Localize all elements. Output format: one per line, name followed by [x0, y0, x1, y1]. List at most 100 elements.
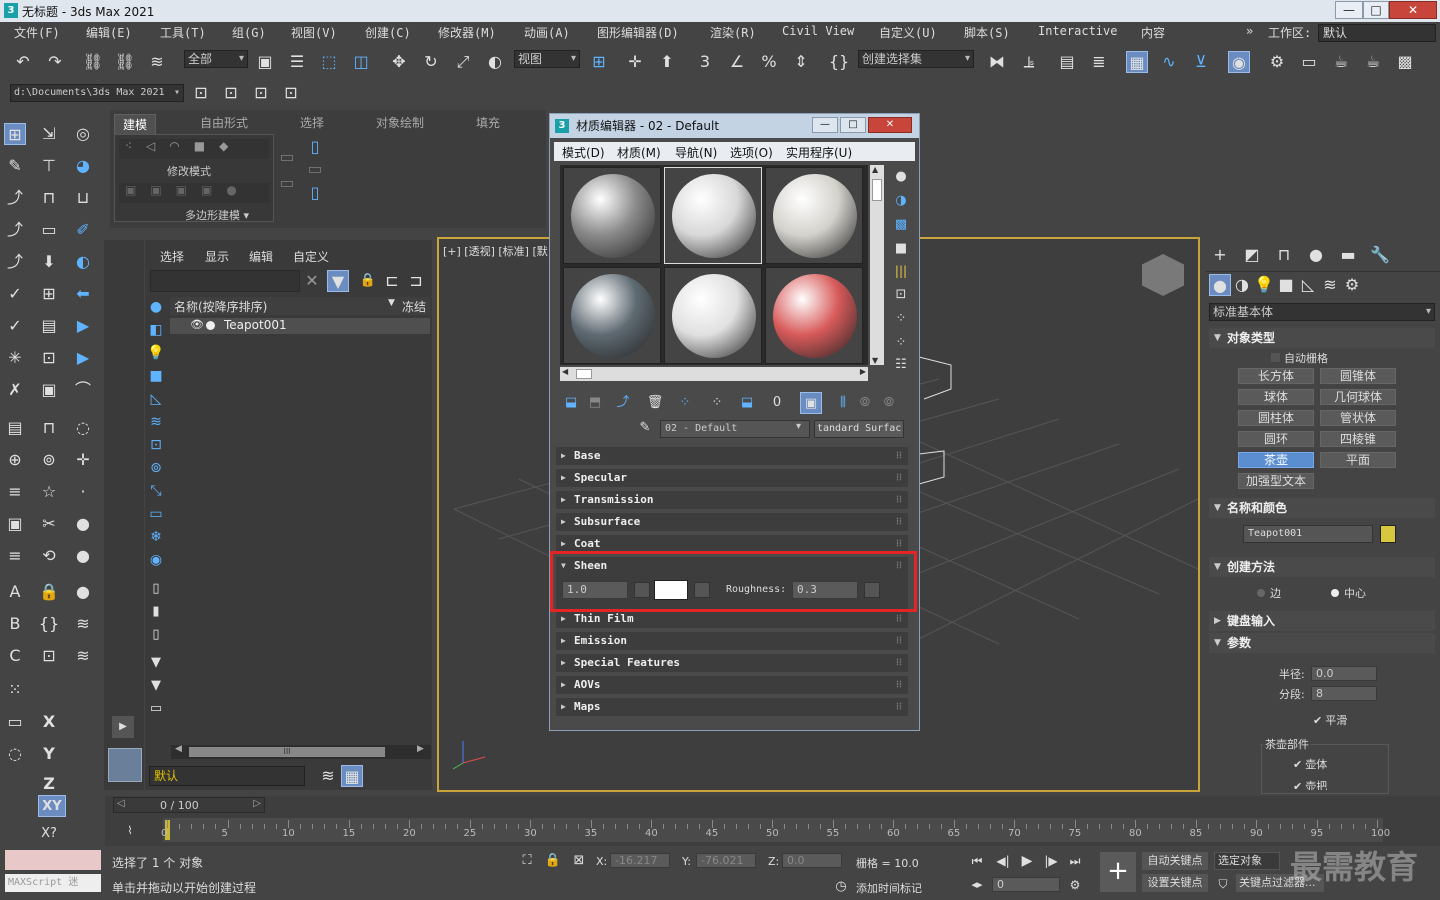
tool-icon-av[interactable]: ◌ — [4, 743, 26, 765]
material-editor-icon[interactable]: ◉ — [1228, 51, 1250, 73]
table-row[interactable]: 👁 Teapot001 — [170, 318, 430, 334]
render-production-icon[interactable]: ☕ — [1330, 51, 1352, 73]
ribbon-tab-freeform[interactable]: 自由形式 — [200, 114, 248, 131]
tool-icon-l[interactable]: ⬇ — [38, 251, 60, 273]
slots-vscroll[interactable]: ▲ ▼ — [870, 165, 884, 365]
box-button[interactable]: 长方体 — [1238, 368, 1314, 384]
filter-icon[interactable]: ▼ — [327, 270, 349, 292]
ribbon-tool-3-icon[interactable]: ▯ — [304, 136, 326, 158]
geometry-filter-icon[interactable]: ● — [145, 296, 167, 318]
go-forward-sibling-icon[interactable]: ⦾ — [878, 392, 900, 414]
tool-icon-aq[interactable]: ≋ — [72, 613, 94, 635]
scale-icon[interactable]: ⤢ — [452, 51, 474, 73]
spinner-snap-icon[interactable]: ⇕ — [790, 51, 812, 73]
rotate-icon[interactable]: ↻ — [420, 51, 442, 73]
curve-editor-icon[interactable]: ∿ — [1158, 51, 1180, 73]
mated-close-button[interactable]: ✕ — [868, 117, 912, 133]
axis-x-icon[interactable]: X — [38, 711, 60, 733]
percent-snap-icon[interactable]: % — [758, 51, 780, 73]
tool-icon-ac[interactable]: ⊕ — [4, 449, 26, 471]
make-preview-icon[interactable]: ⊡ — [890, 284, 912, 306]
placement-icon[interactable]: ◐ — [484, 51, 506, 73]
axis-z-icon[interactable]: Z — [38, 773, 60, 795]
tool-icon-h[interactable]: ⤴ — [4, 219, 26, 241]
handle-checkbox[interactable]: ✔ 壶把 — [1293, 778, 1327, 790]
time-config-icon[interactable]: ⚙ — [1064, 874, 1086, 896]
minimize-button[interactable]: — — [1335, 1, 1363, 19]
options-icon[interactable]: ⁘ — [890, 308, 912, 330]
filter-toggle-icon[interactable]: ▼ — [145, 652, 167, 674]
menu-graph-editors[interactable]: 图形编辑器(D) — [597, 24, 679, 41]
sort-down-icon[interactable]: ▼ — [388, 298, 395, 308]
explorer-tab-display[interactable]: 显示 — [205, 248, 229, 265]
tool-icon-ad[interactable]: ⊚ — [38, 449, 60, 471]
rollout-thin-film[interactable]: ▶ Thin Film ⁞⁞ — [556, 610, 908, 628]
move-icon[interactable]: ✥ — [388, 51, 410, 73]
tool-icon-e[interactable]: ⤴ — [4, 187, 26, 209]
link-icon[interactable]: ⛓ — [82, 51, 104, 73]
name-color-rollout[interactable]: ▼ 名称和颜色 — [1209, 498, 1435, 518]
helpers-category-icon[interactable]: ◺ — [1297, 274, 1319, 296]
rollout-maps[interactable]: ▶ Maps ⁞⁞ — [556, 698, 908, 716]
tool-icon-i[interactable]: ▭ — [38, 219, 60, 241]
primitive-type-dropdown[interactable]: 标准基本体 — [1209, 303, 1435, 321]
sample-slot-3[interactable] — [765, 167, 863, 264]
align-icon[interactable]: ⫡ — [1018, 51, 1040, 73]
toggle-ribbon-icon[interactable]: ▦ — [1126, 51, 1148, 73]
pyramid-button[interactable]: 四棱锥 — [1320, 431, 1396, 447]
hierarchy-icon-2[interactable]: ⊐ — [405, 270, 427, 292]
set-key-plus-button[interactable]: + — [1100, 852, 1136, 892]
tool-icon-am[interactable]: ⟲ — [38, 545, 60, 567]
explorer-tab-customize[interactable]: 自定义 — [293, 248, 329, 265]
tool-icon-r[interactable]: ▤ — [38, 315, 60, 337]
set-key-button[interactable]: 设置关键点 — [1142, 874, 1208, 892]
project-icon-3[interactable]: ⊡ — [250, 82, 272, 104]
light-filter-icon[interactable]: 💡 — [145, 342, 167, 364]
group-filter-icon[interactable]: ⊡ — [145, 434, 167, 456]
ribbon-tool-4-icon[interactable]: ▭ — [304, 158, 326, 180]
rectangle-selection-icon[interactable]: ⬚ — [318, 51, 340, 73]
redo-icon[interactable]: ↷ — [44, 51, 66, 73]
eyedropper-icon[interactable]: ✎ — [634, 417, 656, 439]
viewport-layout-icon[interactable] — [108, 748, 142, 782]
menu-rendering[interactable]: 渲染(R) — [710, 24, 756, 41]
geometry-category-icon[interactable]: ● — [1209, 274, 1231, 296]
tube-button[interactable]: 管状体 — [1320, 410, 1396, 426]
set-project-folder-icon[interactable]: ⊡ — [190, 82, 212, 104]
text-icon-c[interactable]: C — [4, 645, 26, 667]
tool-icon-g[interactable]: ⊔ — [72, 187, 94, 209]
radius-spinner[interactable]: 0.0 — [1311, 666, 1377, 681]
tool-icon-k[interactable]: ⤴ — [4, 251, 26, 273]
display-tab-icon[interactable]: ▬ — [1337, 244, 1359, 266]
layer-dropdown[interactable]: 默认 — [149, 766, 305, 786]
container-filter-icon[interactable]: ▭ — [145, 503, 167, 525]
reference-coord-dropdown[interactable]: 视图 — [514, 50, 580, 68]
expand-arrow-icon[interactable]: ▶ — [112, 716, 134, 738]
close-button[interactable]: ✕ — [1389, 1, 1437, 19]
creation-method-rollout[interactable]: ▼ 创建方法 — [1209, 557, 1435, 577]
method-center-radio[interactable]: 中心 — [1331, 585, 1366, 601]
method-edge-radio[interactable]: 边 — [1257, 585, 1281, 601]
ribbon-tab-populate[interactable]: 填充 — [476, 114, 500, 131]
sphere-button[interactable]: 球体 — [1238, 389, 1314, 405]
material-name-dropdown-icon[interactable]: ▾ — [796, 421, 801, 432]
sample-slot-1[interactable] — [563, 167, 661, 264]
z-coord-field[interactable]: 0.0 — [782, 853, 842, 868]
container-icon[interactable]: ▭ — [145, 698, 167, 720]
menu-group[interactable]: 组(G) — [232, 24, 266, 41]
tool-icon-m[interactable]: ◐ — [72, 251, 94, 273]
pivot-center-icon[interactable]: ⊞ — [588, 51, 610, 73]
maxscript-input[interactable]: MAXScript 迷 — [5, 874, 101, 892]
scene-explorer-icon[interactable]: ▤ — [1056, 51, 1078, 73]
material-name-input[interactable]: 02 - Default — [660, 420, 810, 438]
tool-icon-u[interactable]: ⊡ — [38, 347, 60, 369]
smooth-checkbox[interactable]: ✔ 平滑 — [1313, 712, 1347, 728]
ribbon-tab-selection[interactable]: 选择 — [300, 114, 324, 131]
get-material-icon[interactable]: ⬓ — [560, 392, 582, 414]
tool-icon-y[interactable]: ⌒ — [72, 379, 94, 401]
column-freeze-header[interactable]: 冻结 — [402, 298, 426, 315]
mated-menu-utilities[interactable]: 实用程序(U) — [786, 144, 852, 161]
tool-icon-c[interactable]: ⊤ — [38, 155, 60, 177]
systems-category-icon[interactable]: ⚙ — [1341, 274, 1363, 296]
mated-minimize-button[interactable]: — — [812, 117, 838, 133]
